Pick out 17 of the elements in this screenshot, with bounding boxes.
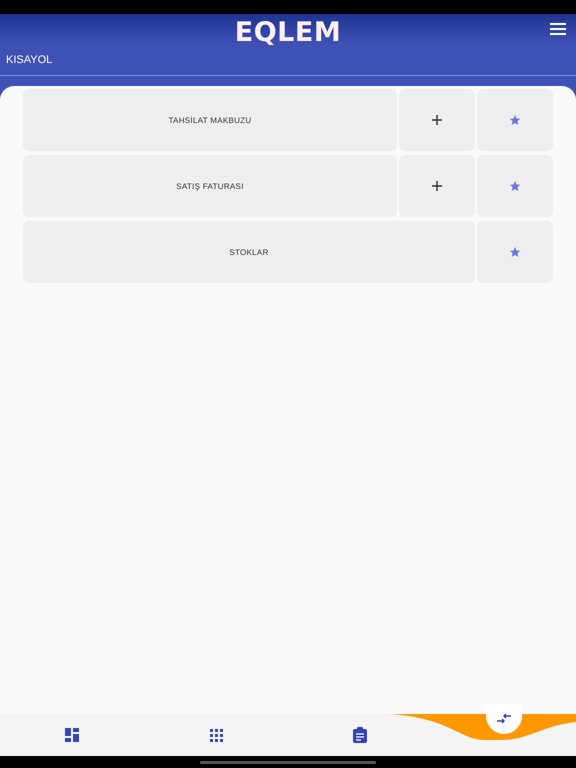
clipboard-icon: [353, 727, 367, 743]
swap-arrows-icon: [497, 714, 511, 724]
add-button[interactable]: [399, 89, 475, 151]
dashboard-icon: [65, 728, 79, 742]
favorite-button[interactable]: [477, 155, 553, 217]
plus-icon: [432, 115, 442, 125]
app-logo: EQLEM: [234, 16, 342, 48]
grid-icon: [210, 728, 222, 742]
shortcut-item[interactable]: TAHSİLAT MAKBUZU: [23, 89, 397, 151]
plus-icon: [432, 181, 442, 191]
favorite-button[interactable]: [477, 221, 553, 283]
favorite-button[interactable]: [477, 89, 553, 151]
shortcut-item[interactable]: STOKLAR: [23, 221, 475, 283]
shortcut-item[interactable]: SATIŞ FATURASI: [23, 155, 397, 217]
menu-icon: [550, 23, 566, 35]
section-title: KISAYOL: [6, 54, 52, 66]
add-button[interactable]: [399, 155, 475, 217]
